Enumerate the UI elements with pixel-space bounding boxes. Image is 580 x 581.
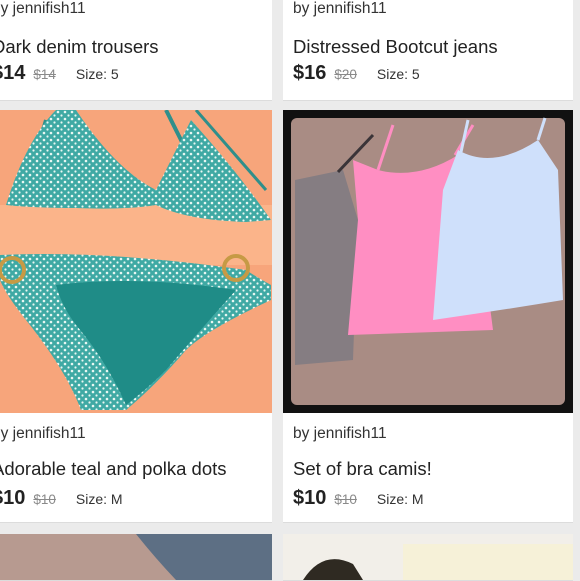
seller-name[interactable]: by jennifish11	[293, 0, 387, 18]
original-price: $10	[334, 492, 357, 507]
listing-title[interactable]: Set of bra camis!	[293, 458, 432, 480]
price: $10	[0, 487, 26, 509]
seller-name[interactable]: by jennifish11	[293, 425, 387, 443]
price: $16	[293, 62, 327, 84]
price: $14	[0, 62, 26, 84]
original-price: $10	[33, 492, 56, 507]
size-label: Size: M	[376, 491, 424, 507]
listing-card[interactable]: by jennifish11 Distressed Bootcut jeans …	[283, 0, 573, 101]
price-row: $14 $14 Size: 5	[0, 62, 119, 85]
camis-photo	[283, 110, 573, 413]
listing-card[interactable]	[283, 534, 573, 581]
listing-card[interactable]: by jennifish11 Dark denim trousers $14 $…	[0, 0, 272, 101]
listing-title[interactable]: Distressed Bootcut jeans	[293, 36, 498, 58]
listing-photo[interactable]	[283, 110, 573, 413]
size-label: Size: 5	[376, 66, 420, 82]
size-label: Size: M	[75, 491, 123, 507]
seller-name[interactable]: by jennifish11	[0, 0, 86, 18]
listing-card[interactable]: by jennifish11 Set of bra camis! $10 $10…	[283, 110, 573, 523]
bikini-photo	[0, 110, 272, 413]
listing-photo[interactable]	[0, 534, 272, 580]
listing-photo[interactable]	[283, 534, 573, 580]
original-price: $14	[33, 67, 56, 82]
price-row: $16 $20 Size: 5	[293, 62, 420, 85]
listing-card[interactable]: by jennifish11 Adorable teal and polka d…	[0, 110, 272, 523]
price-row: $10 $10 Size: M	[0, 487, 123, 510]
price-row: $10 $10 Size: M	[293, 487, 424, 510]
size-label: Size: 5	[75, 66, 119, 82]
listing-title[interactable]: Dark denim trousers	[0, 36, 159, 58]
denim-photo	[0, 534, 272, 580]
price: $10	[293, 487, 327, 509]
listing-photo[interactable]	[0, 110, 272, 413]
original-price: $20	[334, 67, 357, 82]
item-photo	[283, 534, 573, 580]
listing-title[interactable]: Adorable teal and polka dots	[0, 458, 227, 480]
listing-card[interactable]	[0, 534, 272, 581]
seller-name[interactable]: by jennifish11	[0, 425, 86, 443]
